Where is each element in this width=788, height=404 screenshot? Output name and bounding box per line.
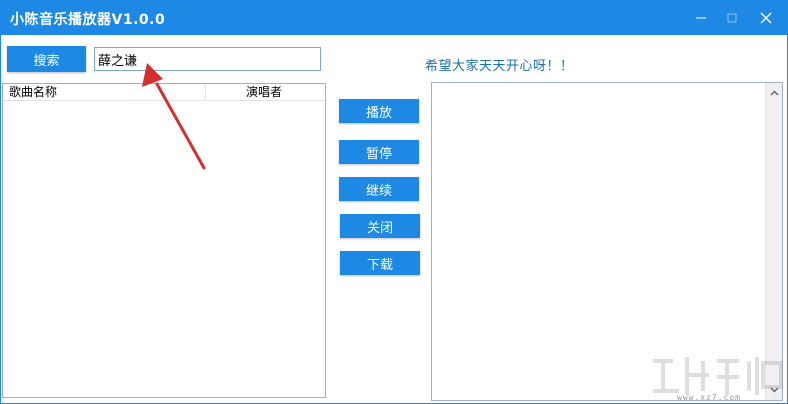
chevron-up-icon <box>770 90 778 96</box>
watermark-url: www.xz7.com <box>677 393 741 402</box>
pause-button[interactable]: 暂停 <box>339 140 419 164</box>
minimize-icon <box>696 17 706 19</box>
column-divider[interactable] <box>205 84 206 101</box>
download-button[interactable]: 下载 <box>340 251 420 275</box>
song-list-header: 歌曲名称 演唱者 <box>3 84 325 101</box>
scroll-up-button[interactable] <box>766 85 782 101</box>
column-header-song-name[interactable]: 歌曲名称 <box>9 84 57 101</box>
search-input[interactable] <box>94 47 321 71</box>
column-header-singer[interactable]: 演唱者 <box>246 84 282 101</box>
title-bar[interactable]: 小陈音乐播放器V1.0.0 <box>1 1 787 35</box>
slogan-text: 希望大家天天开心呀！！ <box>425 59 574 74</box>
song-list[interactable]: 歌曲名称 演唱者 <box>2 83 326 398</box>
minimize-button[interactable] <box>684 1 718 35</box>
maximize-button[interactable] <box>715 1 749 35</box>
window-title: 小陈音乐播放器V1.0.0 <box>10 12 166 28</box>
close-window-button[interactable] <box>749 1 783 35</box>
play-button[interactable]: 播放 <box>339 99 419 123</box>
search-button[interactable]: 搜索 <box>7 46 86 72</box>
maximize-icon <box>727 13 737 23</box>
close-icon <box>760 12 772 24</box>
main-window: 小陈音乐播放器V1.0.0 搜索 希望大家天天开心呀！！ 歌曲名称 演唱者 播放… <box>0 0 788 404</box>
resume-button[interactable]: 继续 <box>339 177 419 201</box>
close-button[interactable]: 关闭 <box>340 214 420 238</box>
